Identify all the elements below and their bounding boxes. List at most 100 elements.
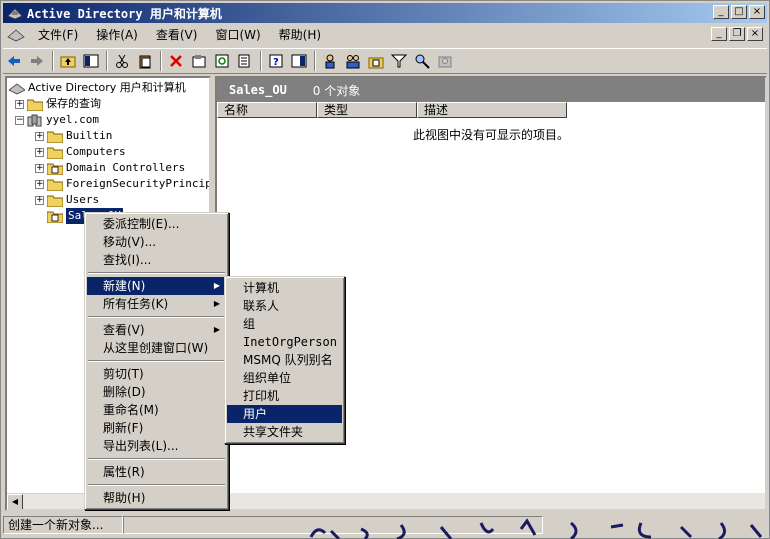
menu-export-list[interactable]: 导出列表(L)... — [87, 437, 226, 455]
forward-button[interactable] — [26, 50, 48, 72]
ad-app-icon — [7, 8, 23, 20]
tree-pane-icon — [83, 54, 99, 68]
find-button[interactable] — [411, 50, 433, 72]
menu-properties[interactable]: 属性(R) — [87, 463, 226, 481]
menu-rename[interactable]: 重命名(M) — [87, 401, 226, 419]
submenu-printer[interactable]: 打印机 — [227, 387, 342, 405]
scissors-icon — [116, 54, 128, 68]
forward-arrow-icon — [31, 56, 43, 66]
console-icon[interactable] — [7, 27, 25, 43]
status-text: 创建一个新对象... — [3, 516, 123, 534]
expand-toggle[interactable]: + — [15, 99, 24, 109]
menu-all-tasks[interactable]: 所有任务(K) ▶ — [87, 295, 226, 313]
tree-item-users[interactable]: + Users — [35, 192, 99, 208]
status-cell-empty — [123, 516, 543, 534]
submenu-inetorgperson[interactable]: InetOrgPerson — [227, 333, 342, 351]
expand-toggle[interactable]: + — [35, 131, 44, 141]
submenu-msmq-alias[interactable]: MSMQ 队列别名 — [227, 351, 342, 369]
submenu-user[interactable]: 用户 — [227, 405, 342, 423]
toolbar-separator — [52, 51, 54, 71]
cut-button[interactable] — [111, 50, 133, 72]
menu-refresh[interactable]: 刷新(F) — [87, 419, 226, 437]
tree-item-foreign-security[interactable]: + ForeignSecurityPrincipal — [35, 176, 211, 192]
properties-icon — [192, 55, 206, 68]
tree-item-domain-controllers[interactable]: + Domain Controllers — [35, 160, 185, 176]
delete-button[interactable] — [165, 50, 187, 72]
expand-toggle[interactable]: + — [35, 163, 44, 173]
svg-text:?: ? — [273, 57, 279, 68]
tree-item-label: ForeignSecurityPrincipal — [66, 177, 211, 190]
expand-toggle[interactable]: + — [35, 179, 44, 189]
tree-item-saved-queries[interactable]: + 保存的查询 — [15, 96, 101, 112]
title-bar[interactable]: Active Directory 用户和计算机 _ □ × — [3, 3, 767, 23]
menu-action[interactable]: 操作(A) — [87, 26, 147, 44]
menu-find[interactable]: 查找(I)... — [87, 251, 226, 269]
add-to-group-icon — [438, 56, 452, 68]
maximize-button[interactable]: □ — [731, 5, 747, 19]
tree-item-label: 保存的查询 — [46, 97, 101, 110]
menu-window[interactable]: 窗口(W) — [206, 26, 269, 44]
new-user-button[interactable] — [319, 50, 341, 72]
menu-view-label: 查看(V) — [103, 323, 145, 337]
export-list-icon — [238, 54, 250, 68]
tree-item-computers[interactable]: + Computers — [35, 144, 126, 160]
submenu-ou[interactable]: 组织单位 — [227, 369, 342, 387]
menu-move[interactable]: 移动(V)... — [87, 233, 226, 251]
menu-delegate-control[interactable]: 委派控制(E)... — [87, 215, 226, 233]
console-tree-icon — [291, 54, 307, 68]
toolbar-separator — [260, 51, 262, 71]
menu-cut[interactable]: 剪切(T) — [87, 365, 226, 383]
new-ou-button[interactable] — [365, 50, 387, 72]
menu-view-sub[interactable]: 查看(V) ▶ — [87, 321, 226, 339]
mdi-restore-button[interactable]: ❐ — [729, 27, 745, 41]
paste-button[interactable] — [134, 50, 156, 72]
menu-help[interactable]: 帮助(H) — [270, 26, 330, 44]
column-name[interactable]: 名称 — [217, 102, 317, 118]
add-to-group-button[interactable] — [434, 50, 456, 72]
mdi-minimize-button[interactable]: _ — [711, 27, 727, 41]
new-user-icon — [323, 54, 335, 69]
menu-help-item[interactable]: 帮助(H) — [87, 489, 226, 507]
details-horizontal-scrollbar[interactable] — [217, 493, 765, 509]
folder-icon — [47, 131, 63, 143]
submenu-shared-folder[interactable]: 共享文件夹 — [227, 423, 342, 441]
refresh-icon — [215, 54, 229, 68]
back-button[interactable] — [3, 50, 25, 72]
ad-root-icon — [9, 83, 25, 94]
properties-button[interactable] — [188, 50, 210, 72]
column-description[interactable]: 描述 — [417, 102, 567, 118]
submenu-contact[interactable]: 联系人 — [227, 297, 342, 315]
mdi-close-button[interactable]: × — [747, 27, 763, 41]
expand-toggle[interactable]: + — [35, 147, 44, 157]
submenu-arrow-icon: ▶ — [213, 281, 220, 290]
submenu-group[interactable]: 组 — [227, 315, 342, 333]
export-list-button[interactable] — [234, 50, 256, 72]
refresh-button[interactable] — [211, 50, 233, 72]
collapse-toggle[interactable]: − — [15, 115, 24, 125]
menu-delete[interactable]: 删除(D) — [87, 383, 226, 401]
menu-view[interactable]: 查看(V) — [147, 26, 207, 44]
tree-item-domain[interactable]: − yyel.com — [15, 112, 99, 128]
minimize-button[interactable]: _ — [713, 5, 729, 19]
filter-button[interactable] — [388, 50, 410, 72]
submenu-computer[interactable]: 计算机 — [227, 279, 342, 297]
menu-new[interactable]: 新建(N) ▶ — [87, 277, 226, 295]
tree-item-root[interactable]: Active Directory 用户和计算机 — [9, 80, 186, 96]
tree-item-builtin[interactable]: + Builtin — [35, 128, 112, 144]
toolbar-separator — [314, 51, 316, 71]
submenu-arrow-icon: ▶ — [213, 299, 220, 308]
column-type[interactable]: 类型 — [317, 102, 417, 118]
filter-funnel-icon — [391, 54, 407, 68]
up-level-button[interactable] — [57, 50, 79, 72]
menu-new-window[interactable]: 从这里创建窗口(W) — [87, 339, 226, 357]
show-tree-button[interactable] — [80, 50, 102, 72]
new-ou-icon — [368, 57, 384, 69]
scroll-left-button[interactable]: ◀ — [7, 494, 23, 509]
close-button[interactable]: × — [749, 5, 765, 19]
object-count: 0 个对象 — [312, 83, 361, 98]
menu-file[interactable]: 文件(F) — [29, 26, 87, 44]
help-button[interactable]: ? — [265, 50, 287, 72]
expand-toggle[interactable]: + — [35, 195, 44, 205]
console-tree-button[interactable] — [288, 50, 310, 72]
new-group-button[interactable] — [342, 50, 364, 72]
